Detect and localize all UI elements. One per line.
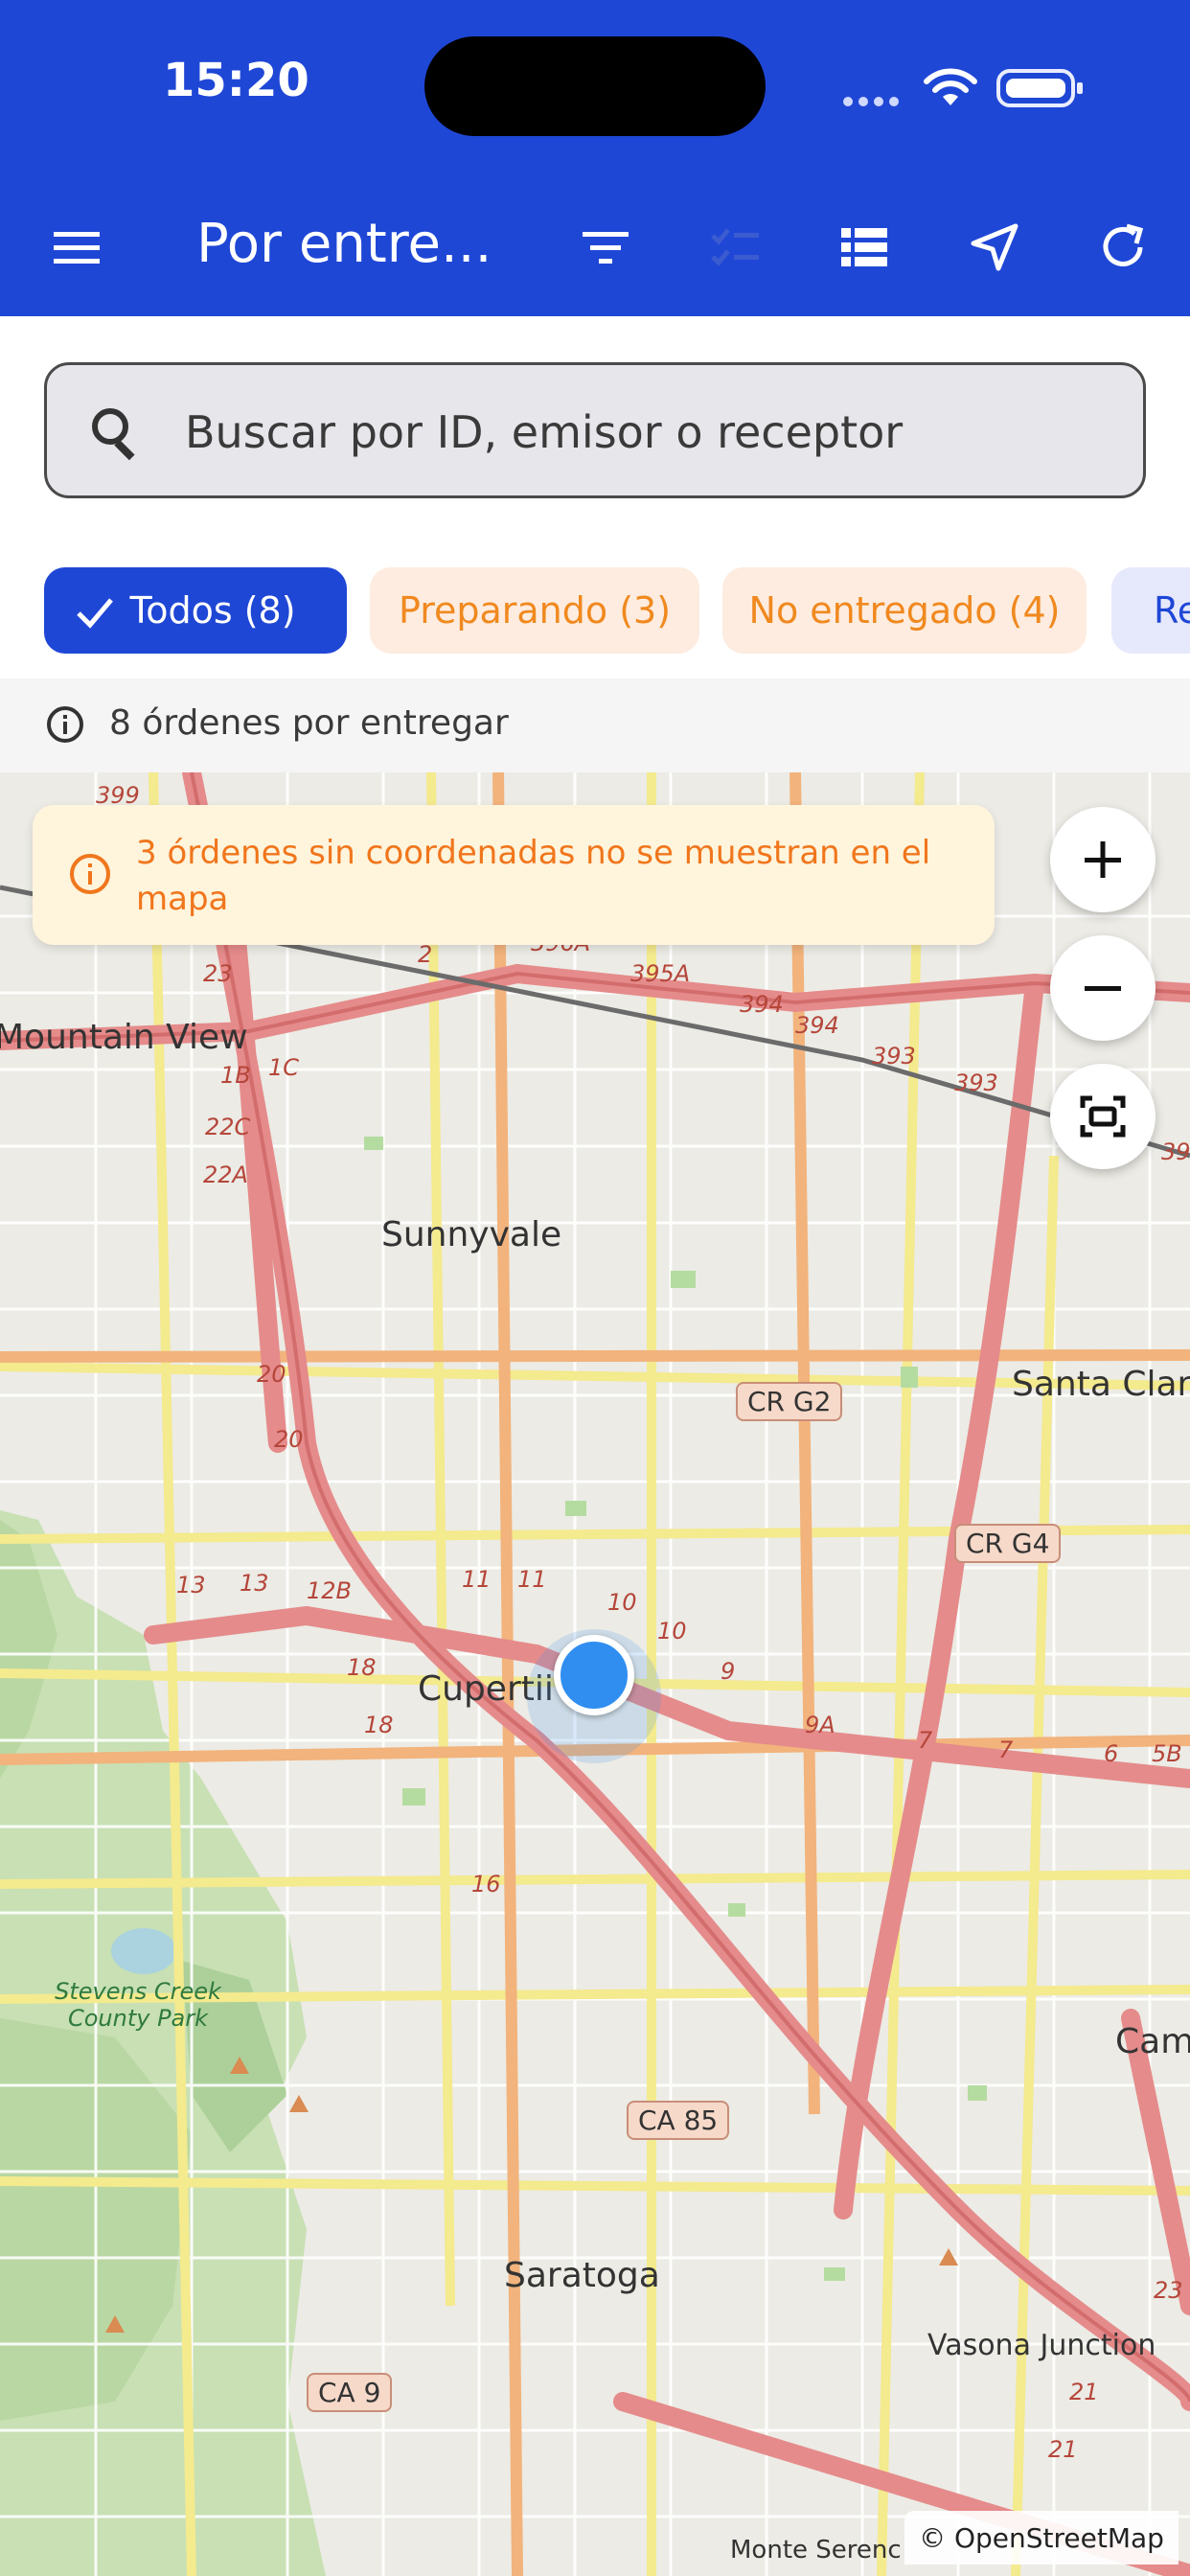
road-number: 12B [307, 1577, 353, 1604]
navigate-button[interactable] [960, 213, 1029, 282]
filter-chip-todos[interactable]: Todos (8) [44, 567, 347, 654]
search-input[interactable] [183, 392, 1126, 472]
road-number: 6 [1104, 1740, 1119, 1767]
checklist-icon [711, 228, 759, 266]
road-shield: CA 9 [307, 2373, 393, 2412]
menu-icon [54, 232, 100, 264]
status-time: 15:20 [163, 54, 309, 107]
map-view[interactable]: Mountain View Sunnyvale Santa Clar Cuper… [0, 772, 1190, 2576]
toolbar: Por entre... [0, 172, 1190, 316]
map-place-label: Vasona Junction [927, 2329, 1156, 2362]
road-number: 10 [607, 1589, 637, 1616]
map-place-label: Saratoga [504, 2256, 660, 2295]
dynamic-island [424, 36, 766, 136]
status-bar: 15:20 [0, 0, 1190, 172]
road-shield: CA 85 [627, 2101, 730, 2140]
road-number: 23 [203, 960, 233, 987]
road-number: 11 [517, 1566, 547, 1593]
road-number: 23 [1154, 2277, 1183, 2304]
page-title: Por entre... [196, 213, 492, 275]
zoom-out-button[interactable] [1050, 935, 1156, 1041]
summary-text: 8 órdenes por entregar [109, 703, 509, 743]
road-number: 7 [998, 1736, 1014, 1763]
map-place-label: Stevens Creek County Park [55, 1978, 221, 2032]
map-place-label: Santa Clar [1012, 1365, 1190, 1404]
road-number: 394 [795, 1012, 839, 1039]
app-header: 15:20 Por entre... [0, 0, 1190, 316]
refresh-icon [1103, 223, 1144, 266]
road-number: 22C [205, 1114, 251, 1140]
filter-chips: Todos (8) Preparando (3) No entregado (4… [0, 567, 1190, 656]
road-number: 9 [721, 1658, 736, 1685]
fit-bounds-button[interactable] [1050, 1064, 1156, 1169]
road-number: 13 [176, 1572, 206, 1598]
road-number: 39 [1161, 1138, 1190, 1165]
road-number: 5B [1152, 1740, 1182, 1767]
filter-chip-label: Preparando (3) [398, 589, 672, 632]
map-attribution[interactable]: © OpenStreetMap [904, 2511, 1179, 2564]
filter-button[interactable] [571, 213, 640, 282]
plus-icon [1085, 841, 1121, 878]
menu-button[interactable] [42, 213, 111, 282]
list-view-button[interactable] [830, 213, 899, 282]
filter-chip-label: Re [1154, 589, 1190, 632]
map-place-label: Sunnyvale [381, 1215, 562, 1254]
road-number: 20 [274, 1426, 304, 1453]
road-number: 395A [630, 960, 691, 987]
refresh-button[interactable] [1088, 213, 1157, 282]
fit-screen-icon [1080, 1095, 1126, 1138]
search-bar[interactable] [44, 362, 1146, 498]
navigate-icon [971, 223, 1018, 271]
search-icon [92, 408, 135, 461]
map-place-label: Monte Serenc [730, 2536, 902, 2564]
signal-icon [843, 92, 910, 106]
warning-info-icon [70, 854, 110, 894]
road-number: 18 [347, 1654, 377, 1681]
list-view-icon [841, 228, 887, 266]
map-place-label: Mountain View [0, 1018, 248, 1057]
road-number: 394 [740, 991, 784, 1018]
road-shield: CR G2 [736, 1382, 843, 1421]
zoom-in-button[interactable] [1050, 807, 1156, 912]
road-number: 18 [364, 1712, 394, 1738]
missing-coordinates-banner: 3 órdenes sin coordenadas no se muestran… [33, 805, 995, 945]
road-number: 20 [257, 1361, 286, 1388]
road-number: 393 [872, 1043, 916, 1070]
road-number: 21 [1069, 2379, 1099, 2405]
road-number: 22A [203, 1162, 248, 1188]
road-number: 10 [657, 1618, 687, 1644]
filter-icon [583, 232, 629, 264]
wifi-icon [924, 68, 977, 105]
filter-chip-more[interactable]: Re [1111, 567, 1190, 654]
map-place-label: Cam [1115, 2022, 1190, 2061]
filter-chip-no-entregado[interactable]: No entregado (4) [722, 567, 1087, 654]
battery-icon [996, 69, 1083, 107]
road-number: 16 [471, 1871, 501, 1898]
filter-chip-label: Todos (8) [129, 589, 296, 632]
filter-chip-preparando[interactable]: Preparando (3) [370, 567, 699, 654]
info-icon [47, 706, 83, 743]
minus-icon [1085, 986, 1121, 991]
banner-text: 3 órdenes sin coordenadas no se muestran… [136, 834, 931, 918]
road-number: 7 [918, 1727, 933, 1754]
select-mode-button[interactable] [701, 213, 770, 282]
road-number: 2 [418, 941, 433, 968]
summary-row: 8 órdenes por entregar [0, 678, 1190, 772]
check-icon [77, 598, 113, 629]
road-number: 393 [954, 1070, 998, 1096]
road-number: 1B [220, 1062, 251, 1089]
filter-chip-label: No entregado (4) [748, 589, 1061, 632]
current-location-marker[interactable] [554, 1635, 634, 1715]
road-number: 1C [268, 1054, 300, 1081]
road-number: 21 [1048, 2436, 1078, 2463]
road-number: 9A [805, 1712, 835, 1738]
road-shield: CR G4 [954, 1524, 1062, 1563]
road-number: 11 [462, 1566, 492, 1593]
road-number: 13 [240, 1570, 269, 1597]
